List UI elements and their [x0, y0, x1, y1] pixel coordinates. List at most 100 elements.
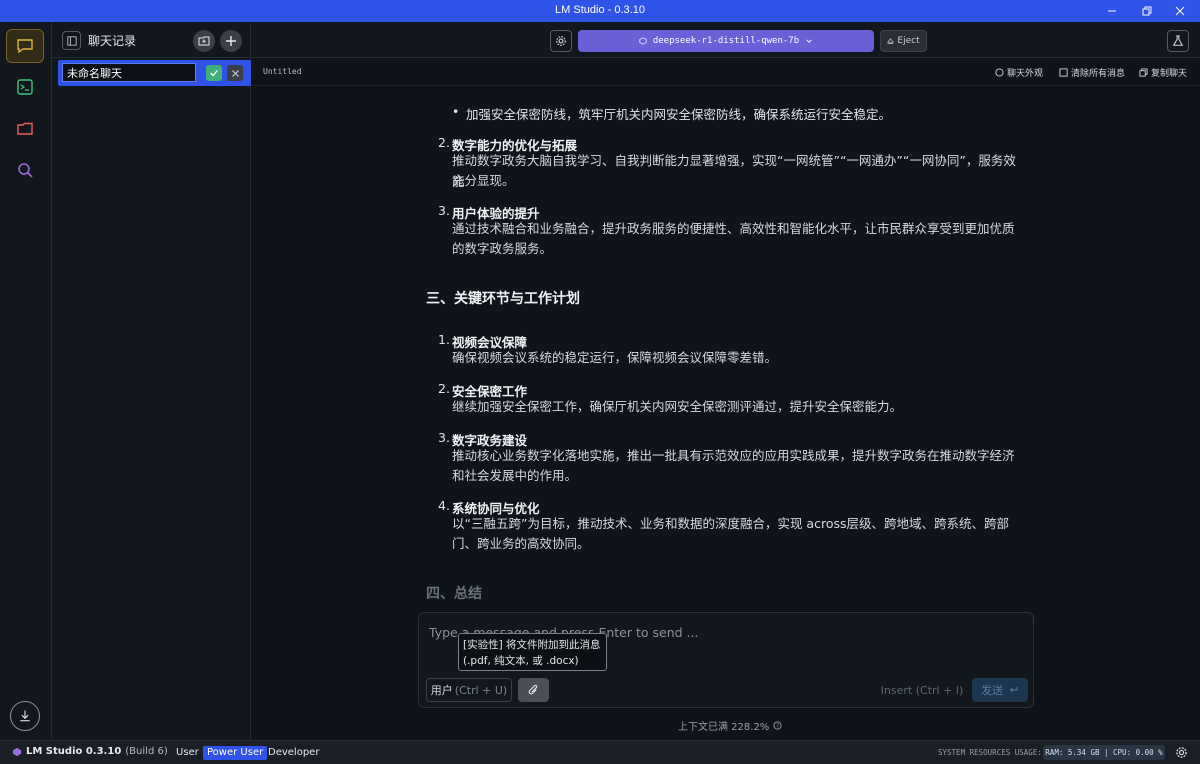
eject-label: Eject — [897, 36, 920, 46]
list-number: 1. — [438, 332, 450, 347]
attach-file-button[interactable] — [518, 678, 549, 702]
chat-subbar: Untitled 聊天外观 清除所有消息 复制聊天 — [251, 58, 1200, 86]
palette-icon — [995, 68, 1004, 77]
terminal-icon — [17, 79, 33, 95]
list-item-line: 充分显现。 — [452, 173, 515, 188]
list-item-line: 门、跨业务的高效协同。 — [452, 536, 590, 551]
chat-title[interactable]: Untitled — [263, 67, 302, 76]
window-title: LM Studio - 0.3.10 — [555, 4, 645, 16]
build-number: (Build 6) — [125, 746, 168, 757]
app-name: LM Studio 0.3.10 — [26, 746, 122, 757]
list-number: 4. — [438, 498, 450, 513]
rail-search-button[interactable] — [6, 153, 44, 187]
close-window-button[interactable] — [1160, 0, 1200, 22]
new-folder-button[interactable] — [193, 30, 215, 52]
role-hint: (Ctrl + U) — [454, 683, 508, 697]
check-icon — [210, 70, 218, 77]
clear-messages-label: 清除所有消息 — [1071, 69, 1126, 79]
restore-icon — [1142, 6, 1152, 16]
paperclip-icon — [528, 684, 538, 694]
title-bar: LM Studio - 0.3.10 — [0, 0, 1200, 22]
copy-icon — [1139, 68, 1148, 77]
list-item-line: 推动核心业务数字化落地实施，推出一批具有示范效应的应用实践成果，提升数字政务在推… — [452, 448, 1015, 463]
chat-appearance-label: 聊天外观 — [1007, 69, 1044, 79]
chat-appearance-button[interactable]: 聊天外观 — [995, 66, 1043, 79]
close-icon — [231, 69, 239, 77]
search-icon — [18, 163, 33, 178]
confirm-rename-button[interactable] — [206, 65, 222, 81]
clear-messages-button[interactable]: 清除所有消息 — [1059, 66, 1125, 79]
list-number: 3. — [438, 430, 450, 445]
list-item-line: 通过技术融合和业务融合，提升政务服务的便捷性、高效性和智能化水平，让市民群众享受… — [452, 221, 1015, 236]
section-heading: 四、总结 — [426, 586, 482, 602]
chat-icon — [17, 39, 33, 54]
list-item-line: 确保视频会议系统的稳定运行，保障视频会议保障零差错。 — [452, 350, 778, 365]
role-label: 用户 — [430, 684, 453, 697]
tooltip-line: (.pdf, 纯文本, 或 .docx) — [463, 655, 579, 667]
minimize-button[interactable] — [1092, 0, 1132, 22]
list-item-line: 和社会发展中的作用。 — [452, 468, 578, 483]
mode-user-button[interactable]: User — [172, 746, 203, 760]
chat-rename-input[interactable] — [62, 63, 196, 82]
send-label: 发送 — [981, 684, 1003, 697]
copy-chat-label: 复制聊天 — [1151, 69, 1188, 79]
eraser-icon — [1059, 68, 1068, 77]
rail-models-button[interactable] — [6, 112, 44, 146]
flask-icon — [1172, 35, 1184, 46]
copy-chat-button[interactable]: 复制聊天 — [1139, 66, 1187, 79]
nav-rail — [0, 22, 52, 740]
rail-download-button[interactable] — [10, 701, 40, 731]
model-selector[interactable]: deepseek-r1-distill-qwen-7b — [578, 30, 874, 52]
chat-sidebar: 聊天记录 — [52, 22, 251, 740]
chat-list-item-active[interactable] — [58, 60, 251, 86]
chevron-down-icon — [806, 39, 812, 43]
panel-icon — [66, 35, 77, 46]
gear-icon — [556, 36, 566, 46]
bullet-item: 加强安全保密防线，筑牢厅机关内网安全保密防线，确保系统运行安全稳定。 — [452, 104, 891, 123]
eject-button[interactable]: Eject — [880, 30, 927, 52]
new-chat-button[interactable] — [220, 30, 242, 52]
mode-developer-button[interactable]: Developer — [264, 746, 323, 760]
list-number: 2. — [438, 135, 450, 150]
cancel-rename-button[interactable] — [227, 65, 243, 81]
list-number: 2. — [438, 381, 450, 396]
sidebar-header: 聊天记录 — [52, 22, 251, 58]
gear-icon — [1176, 747, 1187, 758]
system-resources-label: SYSTEM RESOURCES USAGE: — [938, 748, 1042, 757]
help-icon[interactable]: ? — [773, 721, 782, 730]
app-brand: LM Studio 0.3.10 (Build 6) — [12, 746, 168, 757]
mode-power-user-button[interactable]: Power User — [203, 746, 268, 760]
context-usage-text: 上下文已满 228.2% — [678, 722, 770, 733]
experimental-button[interactable] — [1167, 30, 1189, 52]
role-toggle-button[interactable]: 用户 (Ctrl + U) — [426, 678, 512, 702]
lmstudio-logo-icon — [12, 747, 22, 756]
list-item-line: 的数字政务服务。 — [452, 241, 553, 256]
attach-tooltip: [实验性] 将文件附加到此消息 (.pdf, 纯文本, 或 .docx) — [458, 633, 607, 671]
svg-text:?: ? — [776, 724, 779, 730]
app-settings-button[interactable] — [1175, 746, 1189, 760]
list-item-line: 继续加强安全保密工作，确保厅机关内网安全保密测评通过，提升安全保密能力。 — [452, 399, 903, 414]
list-number: 3. — [438, 203, 450, 218]
section-heading: 三、关键环节与工作计划 — [426, 291, 580, 307]
insert-button[interactable]: Insert (Ctrl + I) — [877, 678, 967, 702]
download-icon — [20, 710, 30, 722]
context-usage: 上下文已满 228.2% ? — [678, 718, 782, 733]
sidebar-toggle-button[interactable] — [62, 31, 81, 50]
enter-icon — [1010, 686, 1018, 692]
top-bar: deepseek-r1-distill-qwen-7b Eject — [251, 22, 1200, 58]
status-bar: LM Studio 0.3.10 (Build 6) User Power Us… — [0, 740, 1200, 764]
model-icon — [639, 37, 647, 45]
eject-icon — [887, 37, 895, 44]
send-button[interactable]: 发送 — [972, 678, 1028, 702]
folder-icon — [17, 122, 33, 135]
rail-chat-button[interactable] — [6, 29, 44, 63]
folder-plus-icon — [198, 36, 210, 46]
rail-developer-button[interactable] — [6, 70, 44, 104]
system-resources-value: RAM: 5.34 GB | CPU: 0.00 % — [1043, 745, 1165, 760]
settings-button[interactable] — [550, 30, 572, 52]
list-item-line: 以“三融五跨”为目标，推动技术、业务和数据的深度融合，实现 across层级、跨… — [452, 516, 1009, 531]
minimize-icon — [1108, 10, 1116, 12]
plus-icon — [226, 36, 236, 46]
model-name: deepseek-r1-distill-qwen-7b — [652, 36, 800, 46]
close-icon — [1175, 6, 1185, 16]
